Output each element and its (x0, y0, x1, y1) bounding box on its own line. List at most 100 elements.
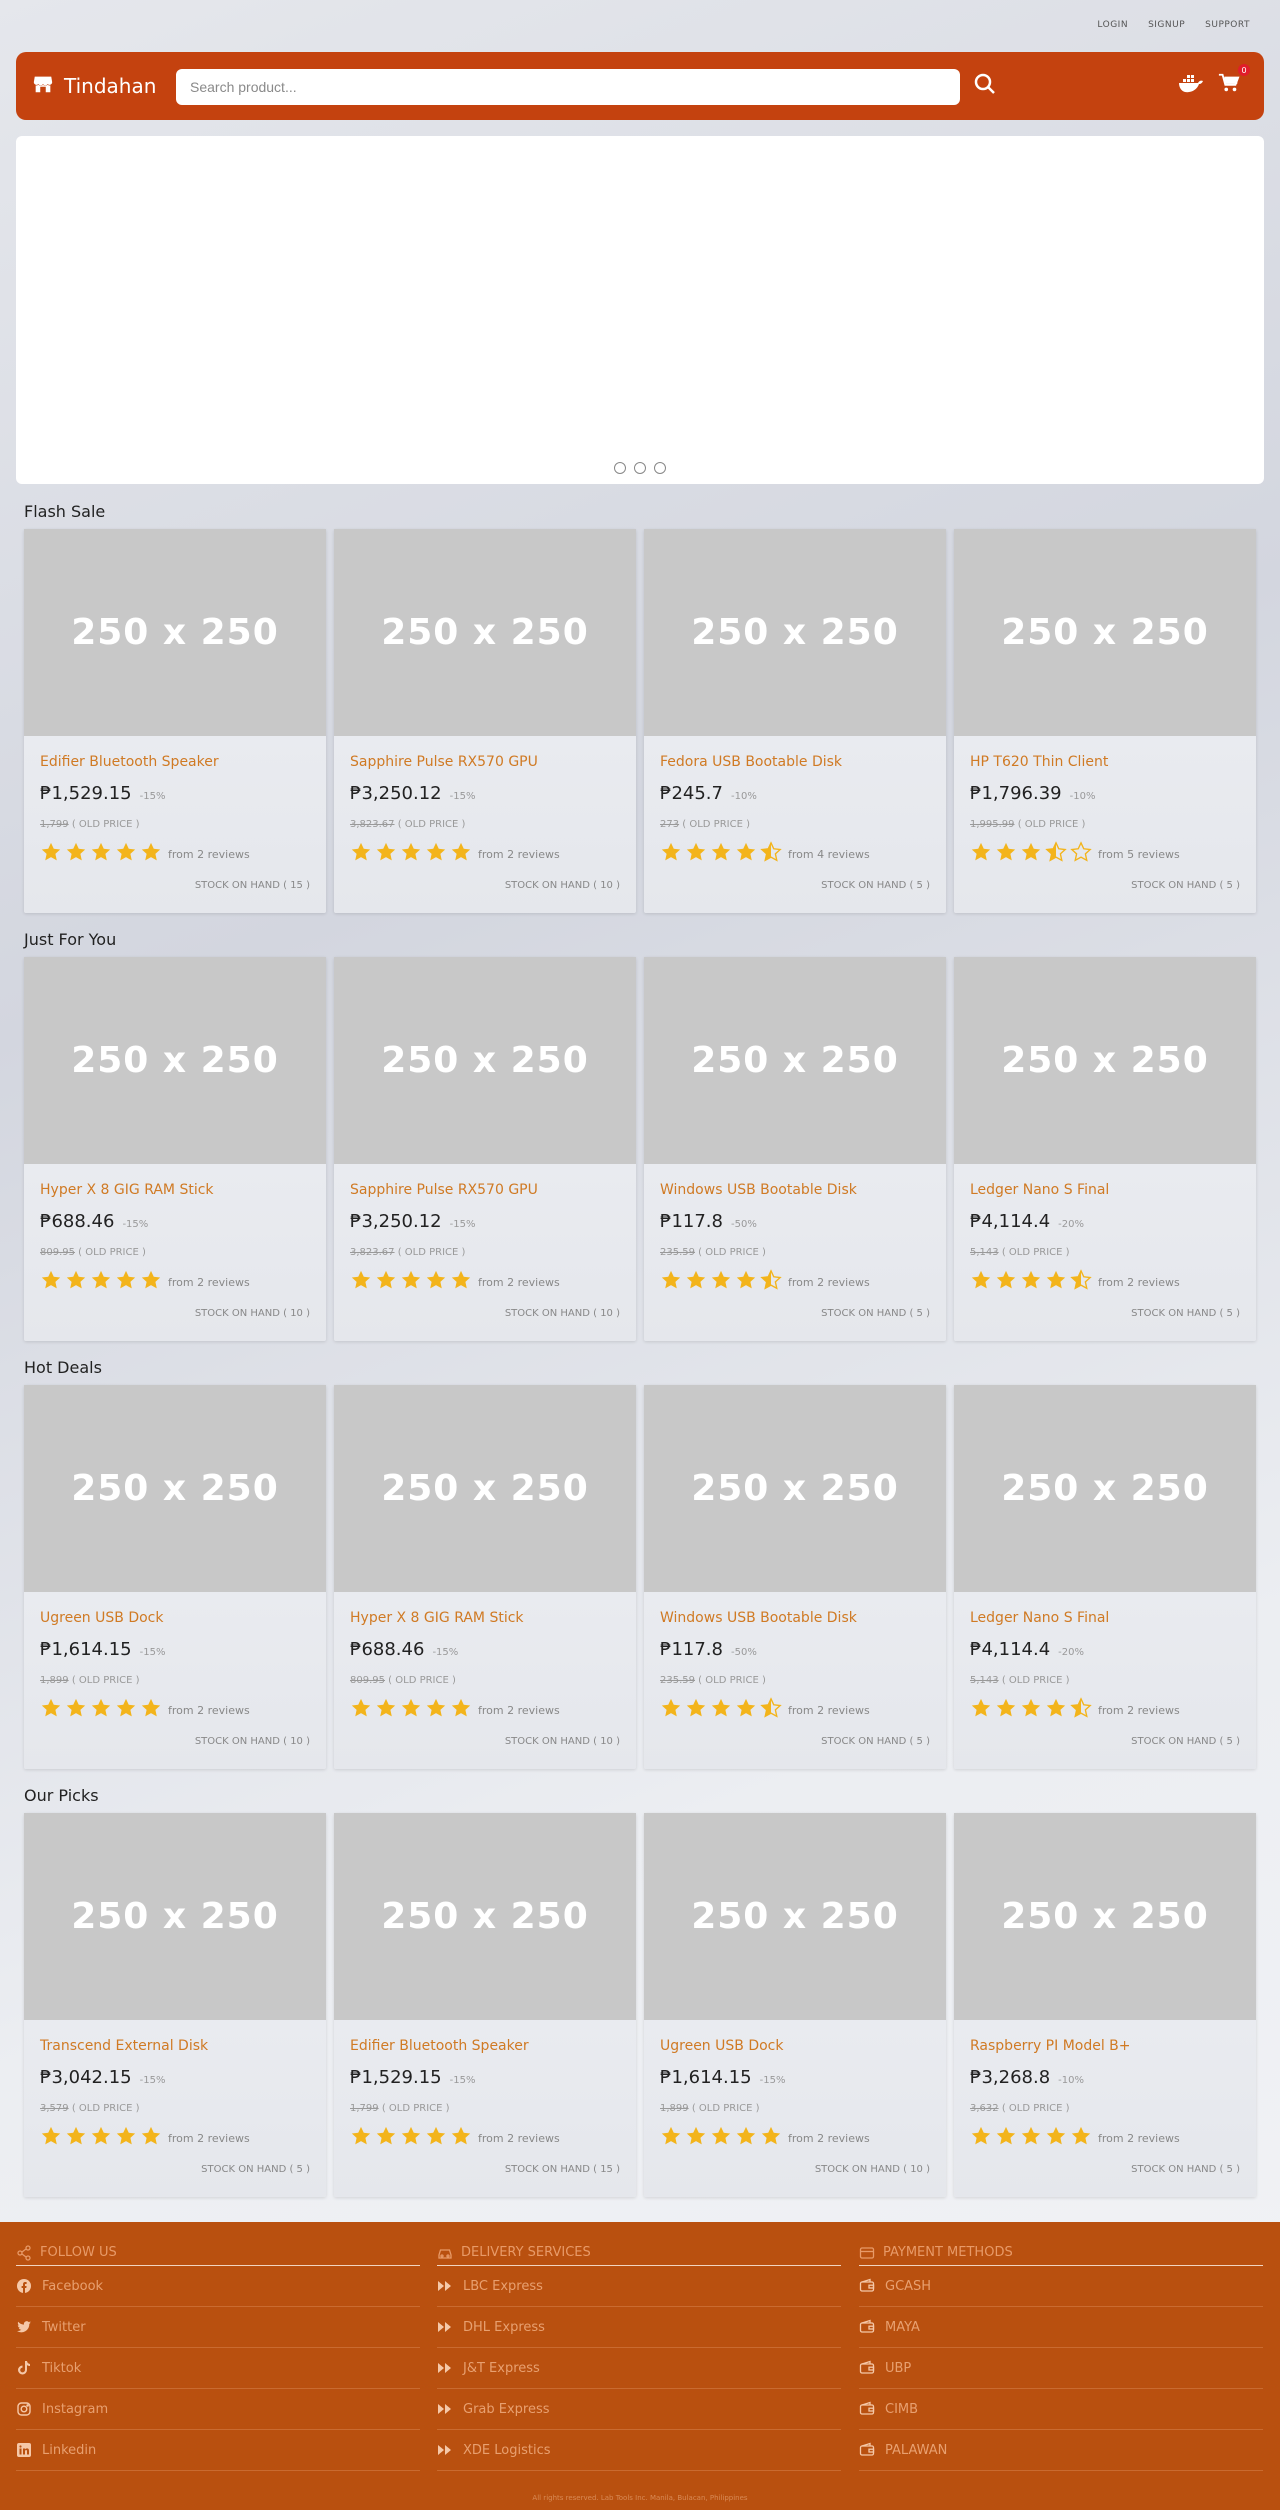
star-filled-icon (1020, 1269, 1042, 1295)
product-image[interactable]: 250 x 250 (24, 1385, 326, 1592)
product-card[interactable]: 250 x 250 Edifier Bluetooth Speaker ₱1,5… (24, 529, 326, 913)
search-button[interactable] (970, 71, 1000, 101)
product-image[interactable]: 250 x 250 (954, 1813, 1256, 2020)
product-image[interactable]: 250 x 250 (644, 529, 946, 736)
product-image[interactable]: 250 x 250 (24, 957, 326, 1164)
footer-link[interactable]: Twitter (16, 2307, 420, 2348)
footer-link[interactable]: Facebook (16, 2266, 420, 2307)
product-image[interactable]: 250 x 250 (954, 957, 1256, 1164)
product-card[interactable]: 250 x 250 Sapphire Pulse RX570 GPU ₱3,25… (334, 957, 636, 1341)
product-name[interactable]: Hyper X 8 GIG RAM Stick (40, 1182, 214, 1198)
product-name[interactable]: Fedora USB Bootable Disk (660, 754, 842, 770)
product-card[interactable]: 250 x 250 Fedora USB Bootable Disk ₱245.… (644, 529, 946, 913)
footer-link[interactable]: Instagram (16, 2389, 420, 2430)
star-filled-icon (450, 1697, 472, 1723)
old-price: 1,899 ( OLD PRICE ) (40, 1675, 140, 1686)
footer-link-label: J&T Express (463, 2360, 540, 2376)
star-filled-icon (90, 1269, 112, 1295)
signup-link[interactable]: SIGNUP (1148, 20, 1185, 30)
footer-link[interactable]: CIMB (859, 2389, 1263, 2430)
price-row: ₱1,529.15 -15% (40, 783, 165, 804)
product-image[interactable]: 250 x 250 (644, 1385, 946, 1592)
footer-link[interactable]: GCASH (859, 2266, 1263, 2307)
product-card[interactable]: 250 x 250 Hyper X 8 GIG RAM Stick ₱688.4… (334, 1385, 636, 1769)
product-name[interactable]: Edifier Bluetooth Speaker (350, 2038, 529, 2054)
product-name[interactable]: Sapphire Pulse RX570 GPU (350, 1182, 538, 1198)
star-rating (40, 841, 162, 867)
product-card[interactable]: 250 x 250 Transcend External Disk ₱3,042… (24, 1813, 326, 2197)
product-card[interactable]: 250 x 250 Raspberry PI Model B+ ₱3,268.8… (954, 1813, 1256, 2197)
carousel-dot-1[interactable] (614, 462, 626, 474)
star-filled-icon (65, 2125, 87, 2151)
login-link[interactable]: LOGIN (1097, 20, 1128, 30)
star-rating (660, 2125, 782, 2151)
product-name[interactable]: Hyper X 8 GIG RAM Stick (350, 1610, 524, 1626)
product-image[interactable]: 250 x 250 (644, 1813, 946, 2020)
carousel-dot-3[interactable] (654, 462, 666, 474)
product-name[interactable]: Ugreen USB Dock (660, 2038, 783, 2054)
product-card[interactable]: 250 x 250 Edifier Bluetooth Speaker ₱1,5… (334, 1813, 636, 2197)
search-input[interactable] (176, 69, 960, 105)
footer-link[interactable]: LBC Express (437, 2266, 841, 2307)
product-name[interactable]: HP T620 Thin Client (970, 754, 1108, 770)
product-card[interactable]: 250 x 250 Ugreen USB Dock ₱1,614.15 -15%… (24, 1385, 326, 1769)
price-row: ₱117.8 -50% (660, 1211, 757, 1232)
footer-link[interactable]: XDE Logistics (437, 2430, 841, 2471)
footer-link-label: MAYA (885, 2319, 920, 2335)
product-card[interactable]: 250 x 250 Windows USB Bootable Disk ₱117… (644, 957, 946, 1341)
wallet-icon (859, 2360, 875, 2376)
product-card[interactable]: 250 x 250 Ledger Nano S Final ₱4,114.4 -… (954, 1385, 1256, 1769)
old-price-value: 1,899 (660, 2103, 689, 2114)
star-filled-icon (140, 1269, 162, 1295)
product-image[interactable]: 250 x 250 (334, 529, 636, 736)
product-name[interactable]: Raspberry PI Model B+ (970, 2038, 1131, 2054)
product-card[interactable]: 250 x 250 Ledger Nano S Final ₱4,114.4 -… (954, 957, 1256, 1341)
product-card[interactable]: 250 x 250 HP T620 Thin Client ₱1,796.39 … (954, 529, 1256, 913)
footer-link[interactable]: Tiktok (16, 2348, 420, 2389)
product-image[interactable]: 250 x 250 (334, 1813, 636, 2020)
old-price-value: 5,143 (970, 1675, 999, 1686)
product-name[interactable]: Ledger Nano S Final (970, 1610, 1109, 1626)
old-price-label: ( OLD PRICE ) (68, 1675, 140, 1686)
product-card[interactable]: 250 x 250 Hyper X 8 GIG RAM Stick ₱688.4… (24, 957, 326, 1341)
footer-link[interactable]: J&T Express (437, 2348, 841, 2389)
footer-link[interactable]: UBP (859, 2348, 1263, 2389)
product-image[interactable]: 250 x 250 (644, 957, 946, 1164)
carousel-dot-2[interactable] (634, 462, 646, 474)
product-card[interactable]: 250 x 250 Ugreen USB Dock ₱1,614.15 -15%… (644, 1813, 946, 2197)
rating: from 4 reviews (660, 841, 870, 867)
product-name[interactable]: Windows USB Bootable Disk (660, 1182, 857, 1198)
product-image[interactable]: 250 x 250 (334, 957, 636, 1164)
product-name[interactable]: Windows USB Bootable Disk (660, 1610, 857, 1626)
hero-carousel[interactable] (16, 136, 1264, 484)
product-card[interactable]: 250 x 250 Sapphire Pulse RX570 GPU ₱3,25… (334, 529, 636, 913)
footer-link[interactable]: Grab Express (437, 2389, 841, 2430)
footer-link[interactable]: PALAWAN (859, 2430, 1263, 2471)
star-half-icon (760, 841, 782, 867)
product-name[interactable]: Ledger Nano S Final (970, 1182, 1109, 1198)
footer-heading-label: PAYMENT METHODS (883, 2245, 1013, 2260)
car-icon (437, 2245, 453, 2261)
product-image[interactable]: 250 x 250 (954, 1385, 1256, 1592)
product-name[interactable]: Edifier Bluetooth Speaker (40, 754, 219, 770)
footer-column: FOLLOW US Facebook Twitter Tiktok Instagram L… (16, 2240, 420, 2471)
star-filled-icon (350, 841, 372, 867)
docker-icon[interactable] (1178, 72, 1204, 98)
footer-link[interactable]: MAYA (859, 2307, 1263, 2348)
footer-link[interactable]: Linkedin (16, 2430, 420, 2471)
product-image[interactable]: 250 x 250 (24, 529, 326, 736)
product-name[interactable]: Ugreen USB Dock (40, 1610, 163, 1626)
price-row: ₱688.46 -15% (350, 1639, 458, 1660)
product-name[interactable]: Sapphire Pulse RX570 GPU (350, 754, 538, 770)
star-filled-icon (970, 841, 992, 867)
product-name[interactable]: Transcend External Disk (40, 2038, 208, 2054)
product-image[interactable]: 250 x 250 (334, 1385, 636, 1592)
star-filled-icon (660, 841, 682, 867)
brand-logo[interactable]: Tindahan (32, 73, 176, 100)
support-link[interactable]: SUPPORT (1205, 20, 1250, 30)
product-image[interactable]: 250 x 250 (24, 1813, 326, 2020)
product-image[interactable]: 250 x 250 (954, 529, 1256, 736)
cart-button[interactable]: 0 (1218, 64, 1250, 98)
footer-link[interactable]: DHL Express (437, 2307, 841, 2348)
product-card[interactable]: 250 x 250 Windows USB Bootable Disk ₱117… (644, 1385, 946, 1769)
